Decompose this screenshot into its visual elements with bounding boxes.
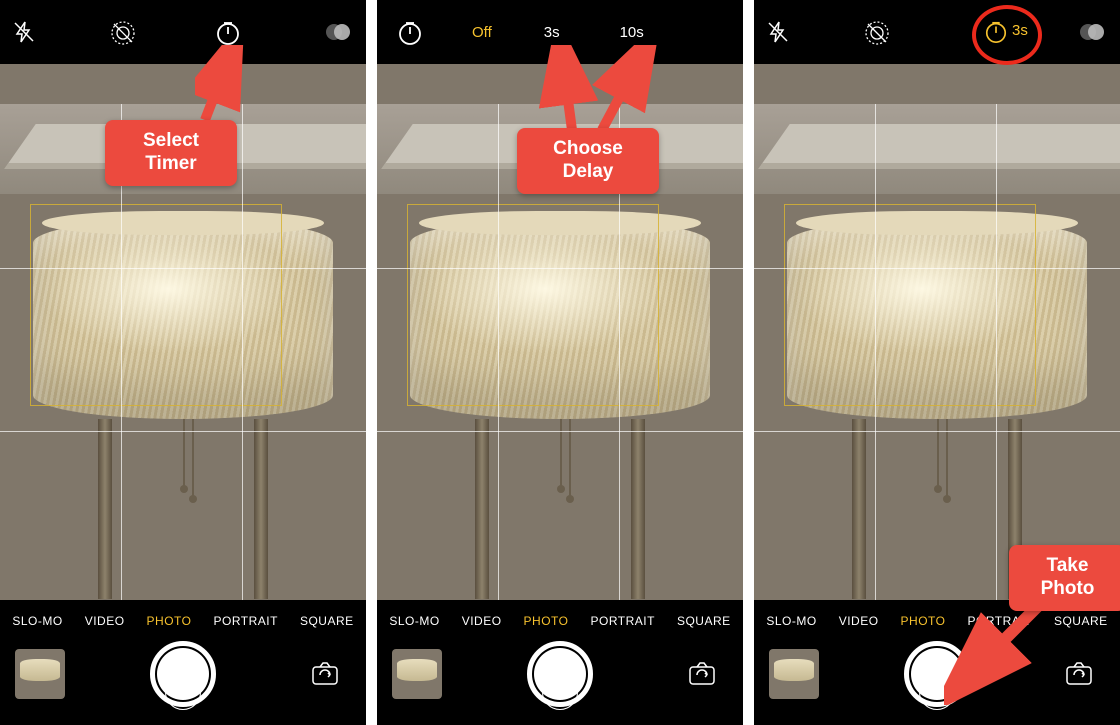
highlight-circle bbox=[972, 5, 1042, 65]
last-photo-thumbnail[interactable] bbox=[392, 649, 442, 699]
flash-off-icon[interactable] bbox=[766, 20, 790, 49]
timer-option-10s[interactable]: 10s bbox=[620, 24, 644, 41]
mode-photo[interactable]: PHOTO bbox=[147, 614, 192, 632]
camera-mode-strip[interactable]: SLO-MO VIDEO PHOTO PORTRAIT SQUARE bbox=[754, 614, 1120, 632]
last-photo-thumbnail[interactable] bbox=[769, 649, 819, 699]
mode-video[interactable]: VIDEO bbox=[839, 614, 879, 632]
zoom-button[interactable]: 1× bbox=[542, 674, 578, 710]
focus-indicator bbox=[407, 204, 659, 406]
camera-screen-step2: Off 3s 10s 1× SLO-MO VIDEO PHOTO PORTRAI… bbox=[377, 0, 743, 725]
mode-photo[interactable]: PHOTO bbox=[524, 614, 569, 632]
camera-flip-icon[interactable] bbox=[1058, 653, 1100, 695]
last-photo-thumbnail[interactable] bbox=[15, 649, 65, 699]
annotation-arrow bbox=[195, 45, 255, 125]
callout-select-timer: SelectTimer bbox=[105, 120, 237, 186]
callout-choose-delay: ChooseDelay bbox=[517, 128, 659, 194]
callout-take-photo: TakePhoto bbox=[1009, 545, 1120, 611]
annotation-arrows bbox=[527, 45, 667, 135]
camera-screen-step3: 3s 1× SLO-MO VIDEO PHOTO PORTRAIT SQUARE bbox=[754, 0, 1120, 725]
timer-option-3s[interactable]: 3s bbox=[544, 24, 560, 41]
mode-photo[interactable]: PHOTO bbox=[901, 614, 946, 632]
camera-screen-step1: 1× SLO-MO VIDEO PHOTO PORTRAIT SQUARE Se… bbox=[0, 0, 366, 725]
mode-video[interactable]: VIDEO bbox=[462, 614, 502, 632]
focus-indicator bbox=[30, 204, 282, 406]
mode-portrait[interactable]: PORTRAIT bbox=[214, 614, 278, 632]
camera-top-toolbar: 3s bbox=[754, 0, 1120, 64]
camera-mode-strip[interactable]: SLO-MO VIDEO PHOTO PORTRAIT SQUARE bbox=[0, 614, 366, 632]
mode-slomo[interactable]: SLO-MO bbox=[389, 614, 439, 632]
mode-slomo[interactable]: SLO-MO bbox=[12, 614, 62, 632]
camera-top-toolbar bbox=[0, 0, 366, 64]
filters-icon[interactable] bbox=[1079, 22, 1105, 47]
annotation-arrow bbox=[944, 595, 1064, 705]
timer-option-off[interactable]: Off bbox=[472, 24, 492, 41]
live-photo-off-icon[interactable] bbox=[110, 20, 136, 51]
mode-portrait[interactable]: PORTRAIT bbox=[591, 614, 655, 632]
live-photo-off-icon[interactable] bbox=[864, 20, 890, 51]
zoom-button[interactable]: 1× bbox=[165, 674, 201, 710]
camera-flip-icon[interactable] bbox=[681, 653, 723, 695]
focus-indicator bbox=[784, 204, 1036, 406]
camera-viewfinder[interactable] bbox=[754, 104, 1120, 600]
mode-video[interactable]: VIDEO bbox=[85, 614, 125, 632]
camera-flip-icon[interactable] bbox=[304, 653, 346, 695]
filters-icon[interactable] bbox=[325, 22, 351, 47]
camera-mode-strip[interactable]: SLO-MO VIDEO PHOTO PORTRAIT SQUARE bbox=[377, 614, 743, 632]
mode-slomo[interactable]: SLO-MO bbox=[766, 614, 816, 632]
mode-square[interactable]: SQUARE bbox=[677, 614, 731, 632]
mode-square[interactable]: SQUARE bbox=[300, 614, 354, 632]
flash-off-icon[interactable] bbox=[12, 20, 36, 49]
